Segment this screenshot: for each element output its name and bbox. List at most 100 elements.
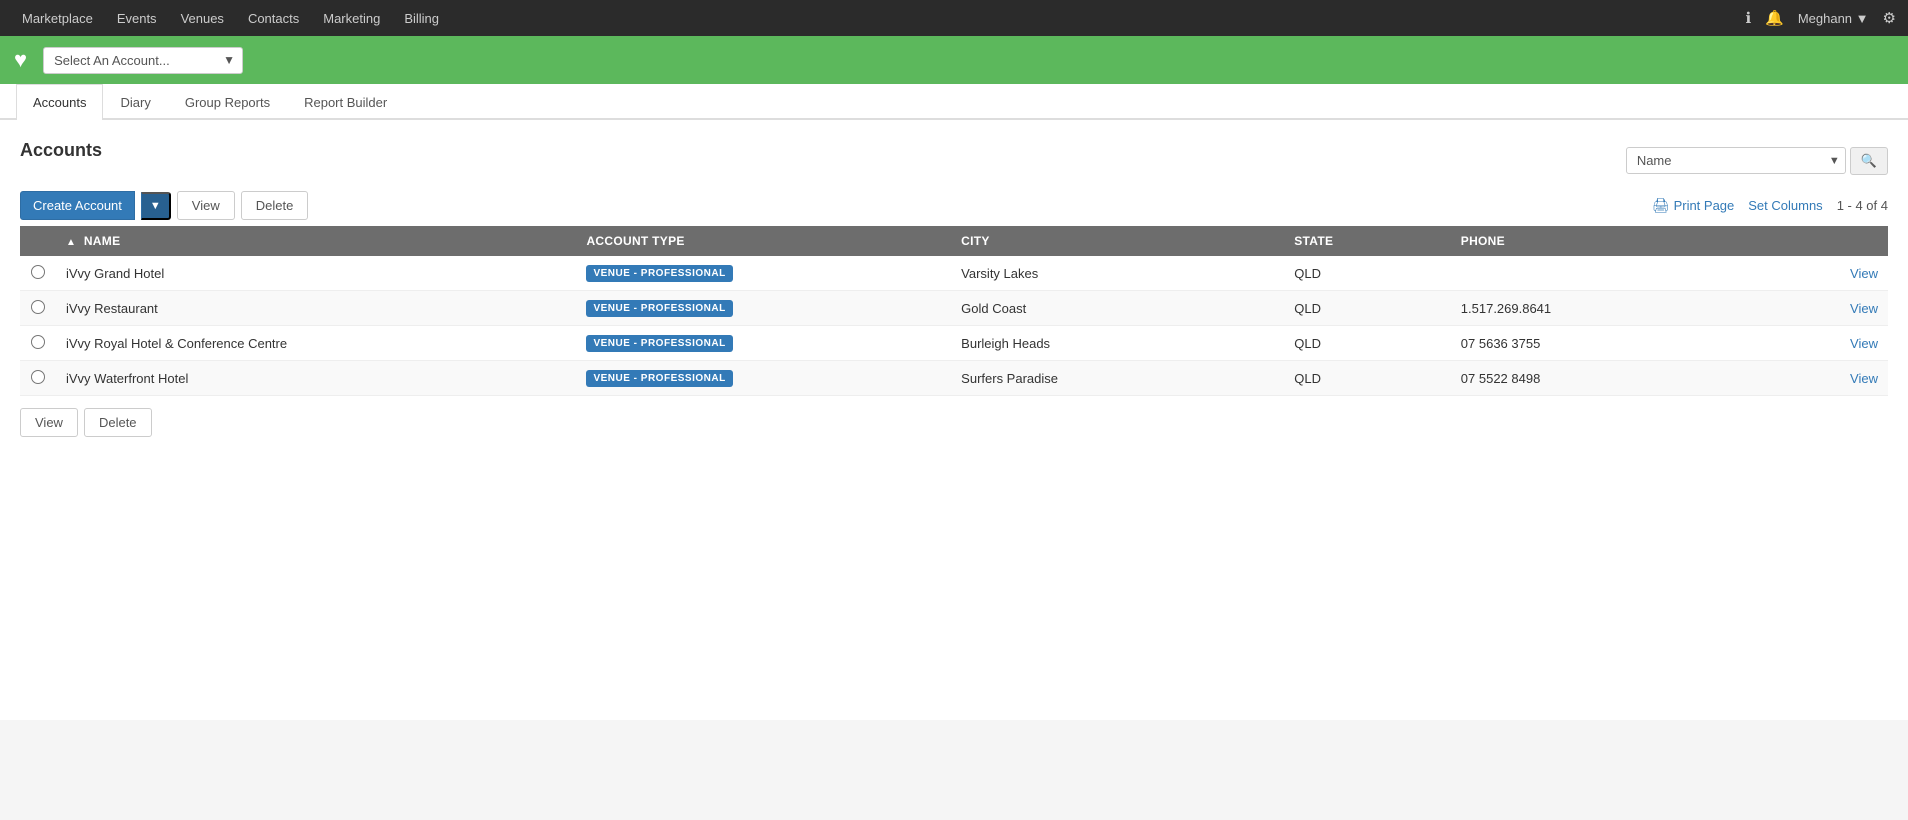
page-title: Accounts	[20, 140, 102, 161]
bottom-action-bar: View Delete	[20, 396, 1888, 437]
row-view-link[interactable]: View	[1850, 371, 1878, 386]
row-radio[interactable]	[31, 370, 45, 384]
row-select-cell	[20, 291, 56, 326]
col-header-phone[interactable]: PHONE	[1451, 226, 1763, 256]
nav-right: ℹ 🔔 Meghann ▼ ⚙	[1745, 9, 1896, 27]
row-phone: 07 5522 8498	[1451, 361, 1763, 396]
account-type-badge: VENUE - PROFESSIONAL	[586, 265, 732, 282]
create-account-dropdown-button[interactable]: ▼	[141, 192, 171, 220]
account-select[interactable]: Select An Account...	[43, 47, 243, 74]
col-name-label: NAME	[84, 234, 121, 248]
set-columns-label: Set Columns	[1748, 198, 1822, 213]
bell-icon: 🔔	[1765, 10, 1784, 27]
row-state: QLD	[1284, 256, 1451, 291]
tab-accounts[interactable]: Accounts	[16, 84, 103, 120]
nav-item-marketing[interactable]: Marketing	[313, 0, 390, 36]
top-navigation: Marketplace Events Venues Contacts Marke…	[0, 0, 1908, 36]
row-state: QLD	[1284, 291, 1451, 326]
sort-arrow-icon: ▲	[66, 237, 76, 248]
toolbar-top: Accounts Name ▼ 🔍	[20, 140, 1888, 181]
delete-button-top[interactable]: Delete	[241, 191, 309, 220]
row-name: iVvy Restaurant	[56, 291, 576, 326]
table-row: iVvy Restaurant VENUE - PROFESSIONAL Gol…	[20, 291, 1888, 326]
row-view-link[interactable]: View	[1850, 301, 1878, 316]
table-header: ▲ NAME ACCOUNT TYPE CITY STATE PHONE	[20, 226, 1888, 256]
row-radio[interactable]	[31, 300, 45, 314]
row-city: Surfers Paradise	[951, 361, 1284, 396]
col-header-actions	[1763, 226, 1888, 256]
row-actions: View	[1763, 256, 1888, 291]
nav-item-contacts[interactable]: Contacts	[238, 0, 309, 36]
row-name: iVvy Grand Hotel	[56, 256, 576, 291]
record-count: 1 - 4 of 4	[1837, 198, 1888, 213]
view-button-bottom[interactable]: View	[20, 408, 78, 437]
account-selector-wrapper: Select An Account... ▼	[43, 47, 243, 74]
row-view-link[interactable]: View	[1850, 266, 1878, 281]
settings-button[interactable]: ⚙	[1883, 9, 1896, 27]
search-area: Name ▼ 🔍	[1626, 147, 1888, 175]
row-name: iVvy Royal Hotel & Conference Centre	[56, 326, 576, 361]
green-bar: ♥ Select An Account... ▼	[0, 36, 1908, 84]
account-type-badge: VENUE - PROFESSIONAL	[586, 335, 732, 352]
print-page-label: Print Page	[1674, 198, 1735, 213]
row-state: QLD	[1284, 361, 1451, 396]
tab-report-builder[interactable]: Report Builder	[287, 84, 404, 120]
tab-diary[interactable]: Diary	[103, 84, 167, 120]
row-view-link[interactable]: View	[1850, 336, 1878, 351]
row-account-type: VENUE - PROFESSIONAL	[576, 361, 951, 396]
row-name: iVvy Waterfront Hotel	[56, 361, 576, 396]
row-city: Burleigh Heads	[951, 326, 1284, 361]
search-icon: 🔍	[1861, 153, 1877, 168]
action-bar: Create Account ▼ View Delete 🖨 Print Pag…	[20, 191, 1888, 220]
view-button-top[interactable]: View	[177, 191, 235, 220]
col-header-state[interactable]: STATE	[1284, 226, 1451, 256]
logo-icon: ♥	[14, 47, 27, 73]
row-select-cell	[20, 256, 56, 291]
action-bar-left: Create Account ▼ View Delete	[20, 191, 308, 220]
notifications-button[interactable]: 🔔	[1765, 9, 1784, 27]
table-row: iVvy Grand Hotel VENUE - PROFESSIONAL Va…	[20, 256, 1888, 291]
row-actions: View	[1763, 326, 1888, 361]
row-phone: 07 5636 3755	[1451, 326, 1763, 361]
row-account-type: VENUE - PROFESSIONAL	[576, 326, 951, 361]
user-dropdown-arrow: ▼	[1856, 11, 1869, 26]
nav-item-events[interactable]: Events	[107, 0, 167, 36]
accounts-table: ▲ NAME ACCOUNT TYPE CITY STATE PHONE iVv…	[20, 226, 1888, 396]
row-city: Varsity Lakes	[951, 256, 1284, 291]
account-type-badge: VENUE - PROFESSIONAL	[586, 370, 732, 387]
tab-bar: Accounts Diary Group Reports Report Buil…	[0, 84, 1908, 120]
table-row: iVvy Royal Hotel & Conference Centre VEN…	[20, 326, 1888, 361]
nav-item-venues[interactable]: Venues	[171, 0, 234, 36]
nav-links: Marketplace Events Venues Contacts Marke…	[12, 0, 449, 36]
nav-item-marketplace[interactable]: Marketplace	[12, 0, 103, 36]
row-select-cell	[20, 361, 56, 396]
row-actions: View	[1763, 361, 1888, 396]
info-icon-button[interactable]: ℹ	[1745, 9, 1751, 27]
user-menu[interactable]: Meghann ▼	[1798, 11, 1869, 26]
row-phone	[1451, 256, 1763, 291]
search-select-wrapper: Name ▼	[1626, 147, 1846, 174]
row-state: QLD	[1284, 326, 1451, 361]
row-account-type: VENUE - PROFESSIONAL	[576, 291, 951, 326]
search-button[interactable]: 🔍	[1850, 147, 1888, 175]
user-name-label: Meghann	[1798, 11, 1852, 26]
table-body: iVvy Grand Hotel VENUE - PROFESSIONAL Va…	[20, 256, 1888, 396]
row-radio[interactable]	[31, 265, 45, 279]
tab-group-reports[interactable]: Group Reports	[168, 84, 287, 120]
row-radio[interactable]	[31, 335, 45, 349]
printer-icon: 🖨	[1652, 197, 1670, 214]
settings-icon: ⚙	[1883, 10, 1896, 27]
action-bar-right: 🖨 Print Page Set Columns 1 - 4 of 4	[1652, 197, 1888, 214]
main-content: Accounts Diary Group Reports Report Buil…	[0, 84, 1908, 720]
col-header-name[interactable]: ▲ NAME	[56, 226, 576, 256]
table-row: iVvy Waterfront Hotel VENUE - PROFESSION…	[20, 361, 1888, 396]
col-header-city[interactable]: CITY	[951, 226, 1284, 256]
delete-button-bottom[interactable]: Delete	[84, 408, 152, 437]
set-columns-link[interactable]: Set Columns	[1748, 198, 1822, 213]
nav-item-billing[interactable]: Billing	[394, 0, 449, 36]
col-header-account-type[interactable]: ACCOUNT TYPE	[576, 226, 951, 256]
create-account-button[interactable]: Create Account	[20, 191, 135, 220]
print-page-link[interactable]: 🖨 Print Page	[1652, 197, 1734, 214]
search-field-select[interactable]: Name	[1626, 147, 1846, 174]
info-icon: ℹ	[1745, 10, 1751, 27]
